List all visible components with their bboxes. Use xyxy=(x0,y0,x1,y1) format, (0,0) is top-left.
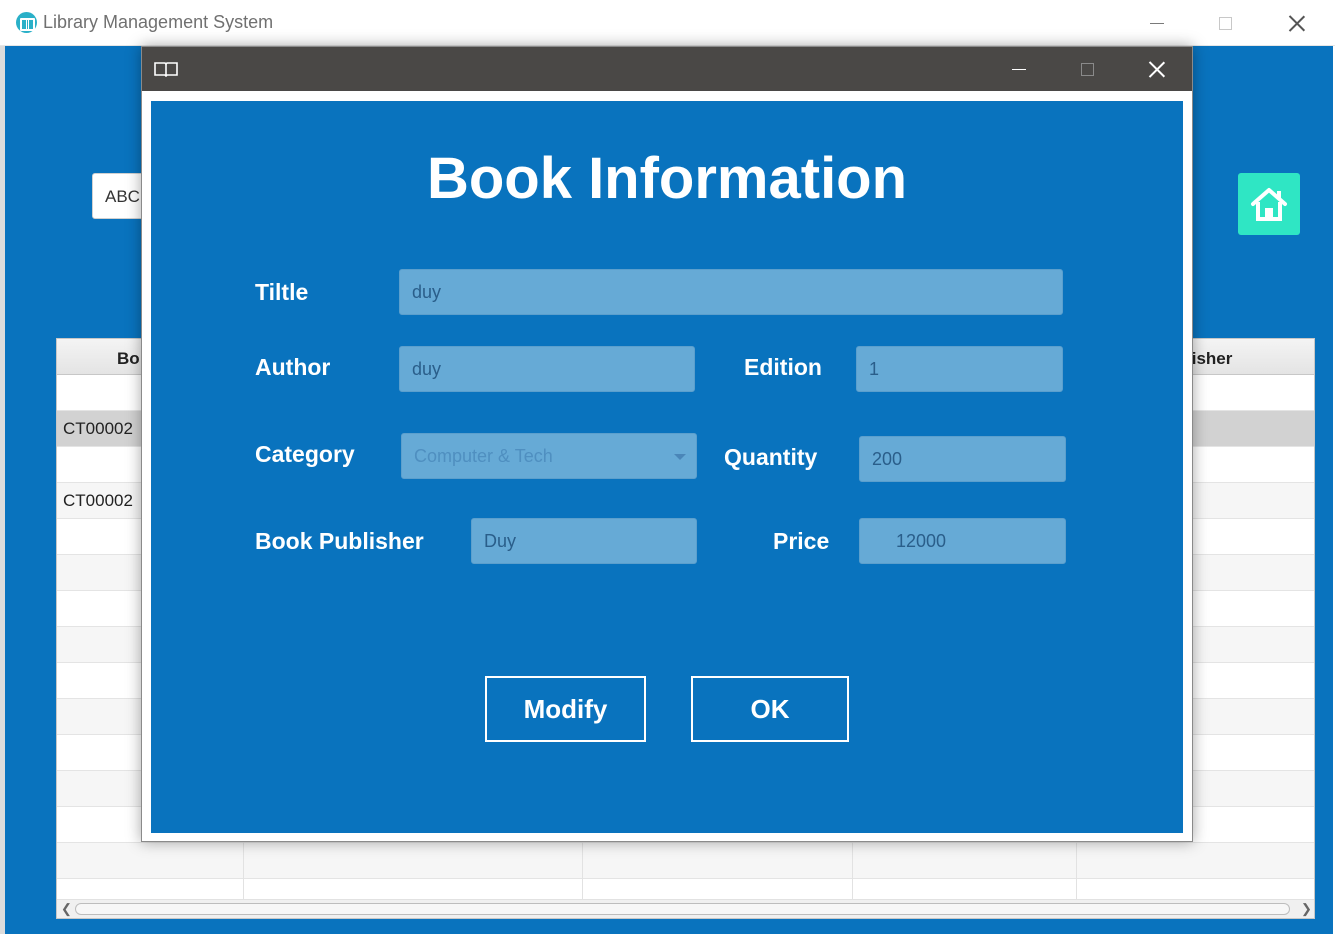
edition-label: Edition xyxy=(744,354,822,380)
dialog-minimize-button[interactable] xyxy=(984,47,1054,91)
maximize-icon xyxy=(1080,62,1094,76)
column-header-publisher[interactable]: lisher xyxy=(1187,349,1232,369)
dialog-close-button[interactable] xyxy=(1122,47,1192,91)
price-label: Price xyxy=(773,528,830,554)
minimize-icon xyxy=(1012,68,1026,70)
price-field[interactable]: 12000 xyxy=(859,518,1066,564)
close-icon xyxy=(1149,61,1165,77)
app-book-icon xyxy=(16,12,37,33)
dialog-titlebar[interactable] xyxy=(142,47,1192,91)
dialog-heading: Book Information xyxy=(426,146,908,211)
author-label: Author xyxy=(255,354,331,380)
table-cell-id: CT00002 xyxy=(63,491,133,510)
ok-button[interactable]: OK xyxy=(691,676,849,742)
table-row-empty xyxy=(57,843,1314,879)
dialog-maximize-button[interactable] xyxy=(1052,47,1122,91)
book-publisher-label: Book Publisher xyxy=(255,528,424,554)
scroll-right-icon[interactable]: ❯ xyxy=(1301,901,1312,917)
close-icon xyxy=(1289,15,1305,31)
category-label: Category xyxy=(255,441,355,467)
quantity-field[interactable]: 200 xyxy=(859,436,1066,482)
main-window-title: Library Management System xyxy=(43,12,274,32)
category-selected-value: Computer & Tech xyxy=(414,446,553,466)
modify-button[interactable]: Modify xyxy=(485,676,646,742)
column-header-book[interactable]: Bo xyxy=(117,349,140,369)
horizontal-scrollbar[interactable]: ❮ ❯ xyxy=(57,899,1314,918)
home-button[interactable] xyxy=(1238,173,1300,235)
title-label: Tiltle xyxy=(255,279,309,305)
table-cell-id: CT00002 xyxy=(63,419,133,438)
title-field[interactable]: duy xyxy=(399,269,1063,315)
quantity-label: Quantity xyxy=(724,444,818,470)
close-button[interactable] xyxy=(1262,0,1332,46)
maximize-button[interactable] xyxy=(1190,0,1260,46)
open-book-icon xyxy=(154,62,178,77)
dialog-panel: Book Information Tiltle duy Author duy E… xyxy=(151,101,1183,833)
scrollbar-thumb[interactable] xyxy=(75,903,1290,915)
book-information-dialog: Book Information Tiltle duy Author duy E… xyxy=(141,46,1193,842)
main-titlebar[interactable]: Library Management System xyxy=(0,0,1335,46)
book-publisher-field[interactable]: Duy xyxy=(471,518,697,564)
chevron-down-icon xyxy=(674,454,686,460)
scroll-left-icon[interactable]: ❮ xyxy=(61,901,72,917)
maximize-icon xyxy=(1218,16,1232,30)
category-dropdown[interactable]: Computer & Tech xyxy=(401,433,697,479)
edition-field[interactable]: 1 xyxy=(856,346,1063,392)
minimize-icon xyxy=(1150,22,1164,24)
bottom-window-edge xyxy=(0,934,1335,939)
author-field[interactable]: duy xyxy=(399,346,695,392)
home-icon xyxy=(1251,188,1287,221)
minimize-button[interactable] xyxy=(1122,0,1192,46)
